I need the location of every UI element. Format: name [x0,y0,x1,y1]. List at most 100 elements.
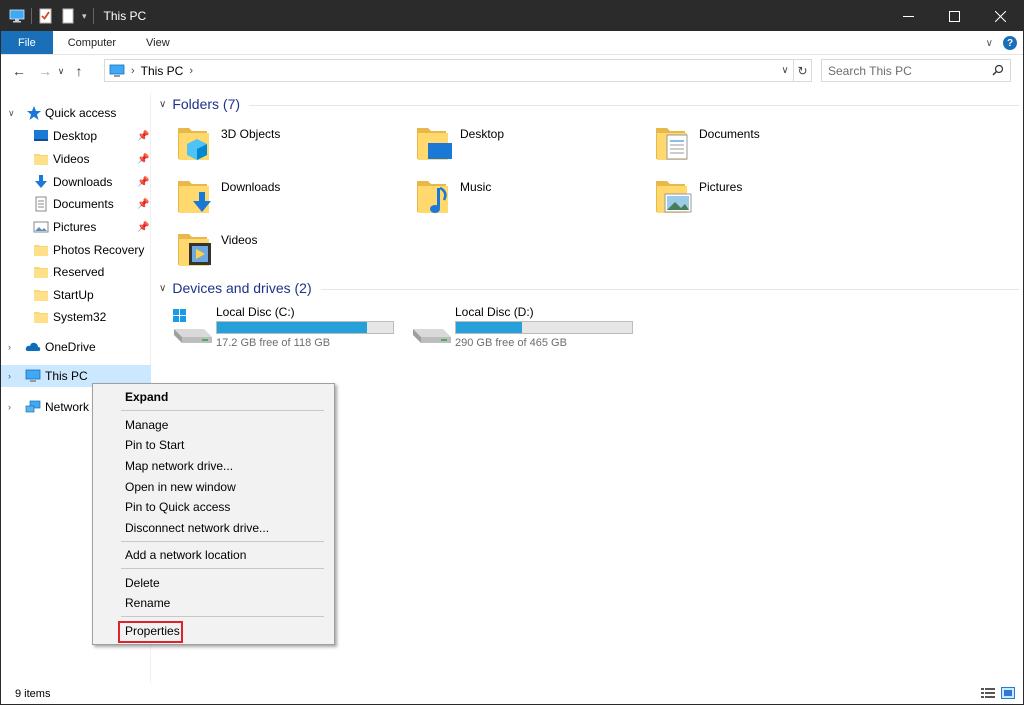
drive-d[interactable]: Local Disc (D:) 290 GB free of 465 GB [411,305,651,351]
nav-item-label: Pictures [53,220,97,234]
collapsed-chevron-icon[interactable]: › [8,371,11,381]
search-icon[interactable] [992,64,1004,76]
nav-item-label: StartUp [53,288,94,302]
quick-access-toolbar: ▾ [9,8,94,24]
folders-group-header[interactable]: ∨ Folders (7) [159,96,240,112]
nav-onedrive-label: OneDrive [45,340,96,354]
menu-item-manage[interactable]: Manage [125,416,168,434]
menu-item-pin-to-quick-access[interactable]: Pin to Quick access [125,498,230,516]
menu-item-map-network-drive[interactable]: Map network drive... [125,457,233,475]
desktop-folder-icon [417,128,452,160]
folder-icon [34,312,48,323]
nav-item-photos-recovery[interactable]: Photos Recovery [1,239,151,261]
group-collapse-chevron-icon[interactable]: ∨ [159,283,166,294]
nav-item-pictures[interactable]: Pictures 📌 [1,216,151,238]
network-icon [25,400,41,413]
pin-icon[interactable]: 📌 [137,222,149,233]
close-button[interactable] [977,1,1023,31]
menu-item-delete[interactable]: Delete [125,574,160,592]
item-count: 9 items [15,687,51,700]
address-bar[interactable]: › This PC › ∨ ↻ [104,59,812,82]
nav-item-label: System32 [53,310,107,324]
cloud-icon [25,342,41,351]
customize-qat-chevron-icon[interactable]: ▾ [82,11,87,22]
window-controls [885,1,1023,31]
context-menu: Expand Manage Pin to Start Map network d… [92,383,335,645]
drive-name: Local Disc (C:) [216,305,295,319]
folder-downloads[interactable]: Downloads [177,176,377,222]
forward-arrow-icon[interactable]: → [35,63,55,79]
folder-documents[interactable]: Documents [655,123,855,169]
nav-item-reserved[interactable]: Reserved [1,261,151,283]
tab-view[interactable]: View [131,31,185,54]
nav-this-pc-label: This PC [45,369,88,383]
folder-music[interactable]: Music [416,176,616,222]
nav-item-desktop[interactable]: Desktop 📌 [1,125,151,147]
search-input[interactable]: Search This PC [821,59,1011,82]
large-icons-view-icon[interactable] [1001,687,1015,699]
details-view-icon[interactable] [981,687,995,699]
folder-icon [34,245,48,256]
folder-desktop[interactable]: Desktop [416,123,616,169]
new-folder-icon[interactable] [60,8,76,24]
folder-pictures[interactable]: Pictures [655,176,855,222]
drive-usage-fill [217,322,368,333]
tab-computer[interactable]: Computer [53,31,131,54]
pictures-folder-icon [656,181,692,213]
picture-icon [33,221,49,233]
minimize-button[interactable] [885,1,931,31]
menu-item-pin-to-start[interactable]: Pin to Start [125,436,184,454]
drive-name: Local Disc (D:) [455,305,534,319]
this-pc-icon [25,369,41,382]
this-pc-icon [109,64,125,77]
nav-item-system32[interactable]: System32 [1,306,151,328]
drives-group-header[interactable]: ∨ Devices and drives (2) [159,280,312,296]
download-arrow-icon [35,175,47,188]
ribbon-right-controls: ∨ ? [986,31,1017,55]
pin-icon[interactable]: 📌 [137,131,149,142]
breadcrumb-this-pc[interactable]: This PC [141,64,184,78]
address-dropdown-chevron-icon[interactable]: ∨ [777,65,793,76]
nav-item-downloads[interactable]: Downloads 📌 [1,171,151,193]
collapsed-chevron-icon[interactable]: › [8,402,11,412]
expanded-chevron-icon[interactable]: ∨ [8,108,15,119]
drive-c[interactable]: Local Disc (C:) 17.2 GB free of 118 GB [172,305,412,351]
menu-item-rename[interactable]: Rename [125,594,170,612]
breadcrumb-chevron-icon-2[interactable]: › [189,65,193,77]
nav-onedrive[interactable]: › OneDrive [1,336,151,358]
breadcrumb-chevron-icon[interactable]: › [131,65,135,77]
pin-icon[interactable]: 📌 [137,177,149,188]
help-icon[interactable]: ? [1003,36,1017,50]
pin-icon[interactable]: 📌 [137,199,149,210]
folder-name: 3D Objects [221,127,281,141]
folder-name: Pictures [699,180,743,194]
star-icon [27,106,41,120]
3d-objects-folder-icon [178,128,209,160]
folder-3d-objects[interactable]: 3D Objects [177,123,377,169]
videos-folder-icon [178,234,211,266]
collapsed-chevron-icon[interactable]: › [8,342,11,352]
refresh-icon[interactable]: ↻ [793,60,811,81]
folder-name: Documents [699,127,760,141]
up-arrow-icon[interactable]: ↑ [69,63,89,79]
tab-file[interactable]: File [1,31,53,54]
nav-item-documents[interactable]: Documents 📌 [1,193,151,215]
nav-item-videos[interactable]: Videos 📌 [1,148,151,170]
folder-videos[interactable]: Videos [177,229,377,275]
menu-item-disconnect-network-drive[interactable]: Disconnect network drive... [125,519,269,537]
group-collapse-chevron-icon[interactable]: ∨ [159,99,166,110]
nav-quick-access[interactable]: ∨ Quick access [1,102,151,124]
menu-item-expand[interactable]: Expand [125,388,168,406]
menu-separator [121,541,324,542]
menu-item-add-network-location[interactable]: Add a network location [125,546,246,564]
back-arrow-icon[interactable]: ← [9,63,29,79]
folder-name: Desktop [460,127,505,141]
expand-ribbon-chevron-icon[interactable]: ∨ [986,38,993,49]
maximize-button[interactable] [931,1,977,31]
menu-separator [121,568,324,569]
properties-check-icon[interactable] [38,8,54,24]
menu-item-open-in-new-window[interactable]: Open in new window [125,478,236,496]
nav-item-startup[interactable]: StartUp [1,284,151,306]
recent-locations-chevron-icon[interactable]: ∨ [55,66,67,77]
pin-icon[interactable]: 📌 [137,154,149,165]
